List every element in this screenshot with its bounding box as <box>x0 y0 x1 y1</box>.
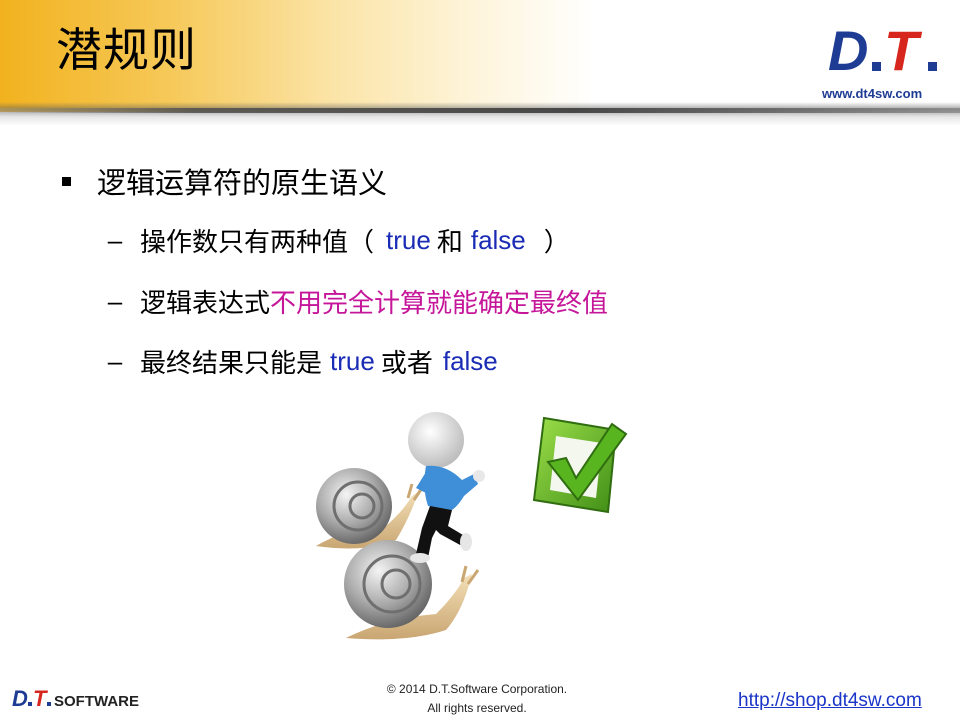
svg-text:D: D <box>12 686 28 711</box>
page-title: 潜规则 <box>56 23 197 77</box>
svg-text:T: T <box>33 686 48 711</box>
sub-bullet-3: – 最终结果只能是 true 或者 false <box>106 343 498 380</box>
sub-bullet-1-mid: 和 <box>436 227 463 257</box>
keyword-true: true <box>386 225 431 255</box>
footer-brand-logo: D T SOFTWARE <box>12 686 139 711</box>
sub-bullet-1-prefix: 操作数只有两种值（ <box>140 227 375 257</box>
checkmark-icon <box>532 416 628 514</box>
main-bullet: 逻辑运算符的原生语义 <box>62 160 387 202</box>
dash-icon: – <box>107 225 123 255</box>
copyright-line-1: © 2014 D.T.Software Corporation. <box>386 682 568 696</box>
sub-bullet-3-prefix: 最终结果只能是 <box>140 348 323 378</box>
snail-front-icon <box>344 540 480 640</box>
dash-icon: – <box>107 286 123 316</box>
site-url[interactable]: www.dt4sw.com <box>822 86 922 101</box>
sub-bullet-1-suffix: ） <box>543 227 570 257</box>
svg-text:T: T <box>884 19 923 78</box>
sub-bullet-3-mid: 或者 <box>380 348 433 378</box>
shop-link[interactable]: http://shop.dt4sw.com <box>738 690 922 712</box>
copyright-line-2: All rights reserved. <box>427 701 527 715</box>
keyword-true: true <box>330 346 375 376</box>
svg-text:D: D <box>828 19 868 78</box>
snail-back-icon <box>316 468 424 549</box>
svg-text:SOFTWARE: SOFTWARE <box>54 693 139 710</box>
running-person-icon <box>408 412 485 563</box>
sub-bullet-1: – 操作数只有两种值（ true 和 false ） <box>106 222 570 259</box>
header-divider <box>0 108 960 113</box>
main-bullet-text: 逻辑运算符的原生语义 <box>97 168 388 200</box>
bullet-square-icon <box>62 176 71 186</box>
copyright-notice: © 2014 D.T.Software Corporation. All rig… <box>372 680 582 718</box>
race-illustration <box>316 412 628 640</box>
sub-bullet-2-prefix: 逻辑表达式 <box>140 288 271 318</box>
keyword-false: false <box>442 346 498 376</box>
keyword-false: false <box>470 225 526 255</box>
dash-icon: – <box>107 346 123 376</box>
sub-bullet-2-highlight: 不用完全计算就能确定最终值 <box>270 288 609 318</box>
sub-bullet-2: – 逻辑表达式 不用完全计算就能确定最终值 <box>106 283 608 320</box>
dt-logo: D T <box>828 19 937 78</box>
